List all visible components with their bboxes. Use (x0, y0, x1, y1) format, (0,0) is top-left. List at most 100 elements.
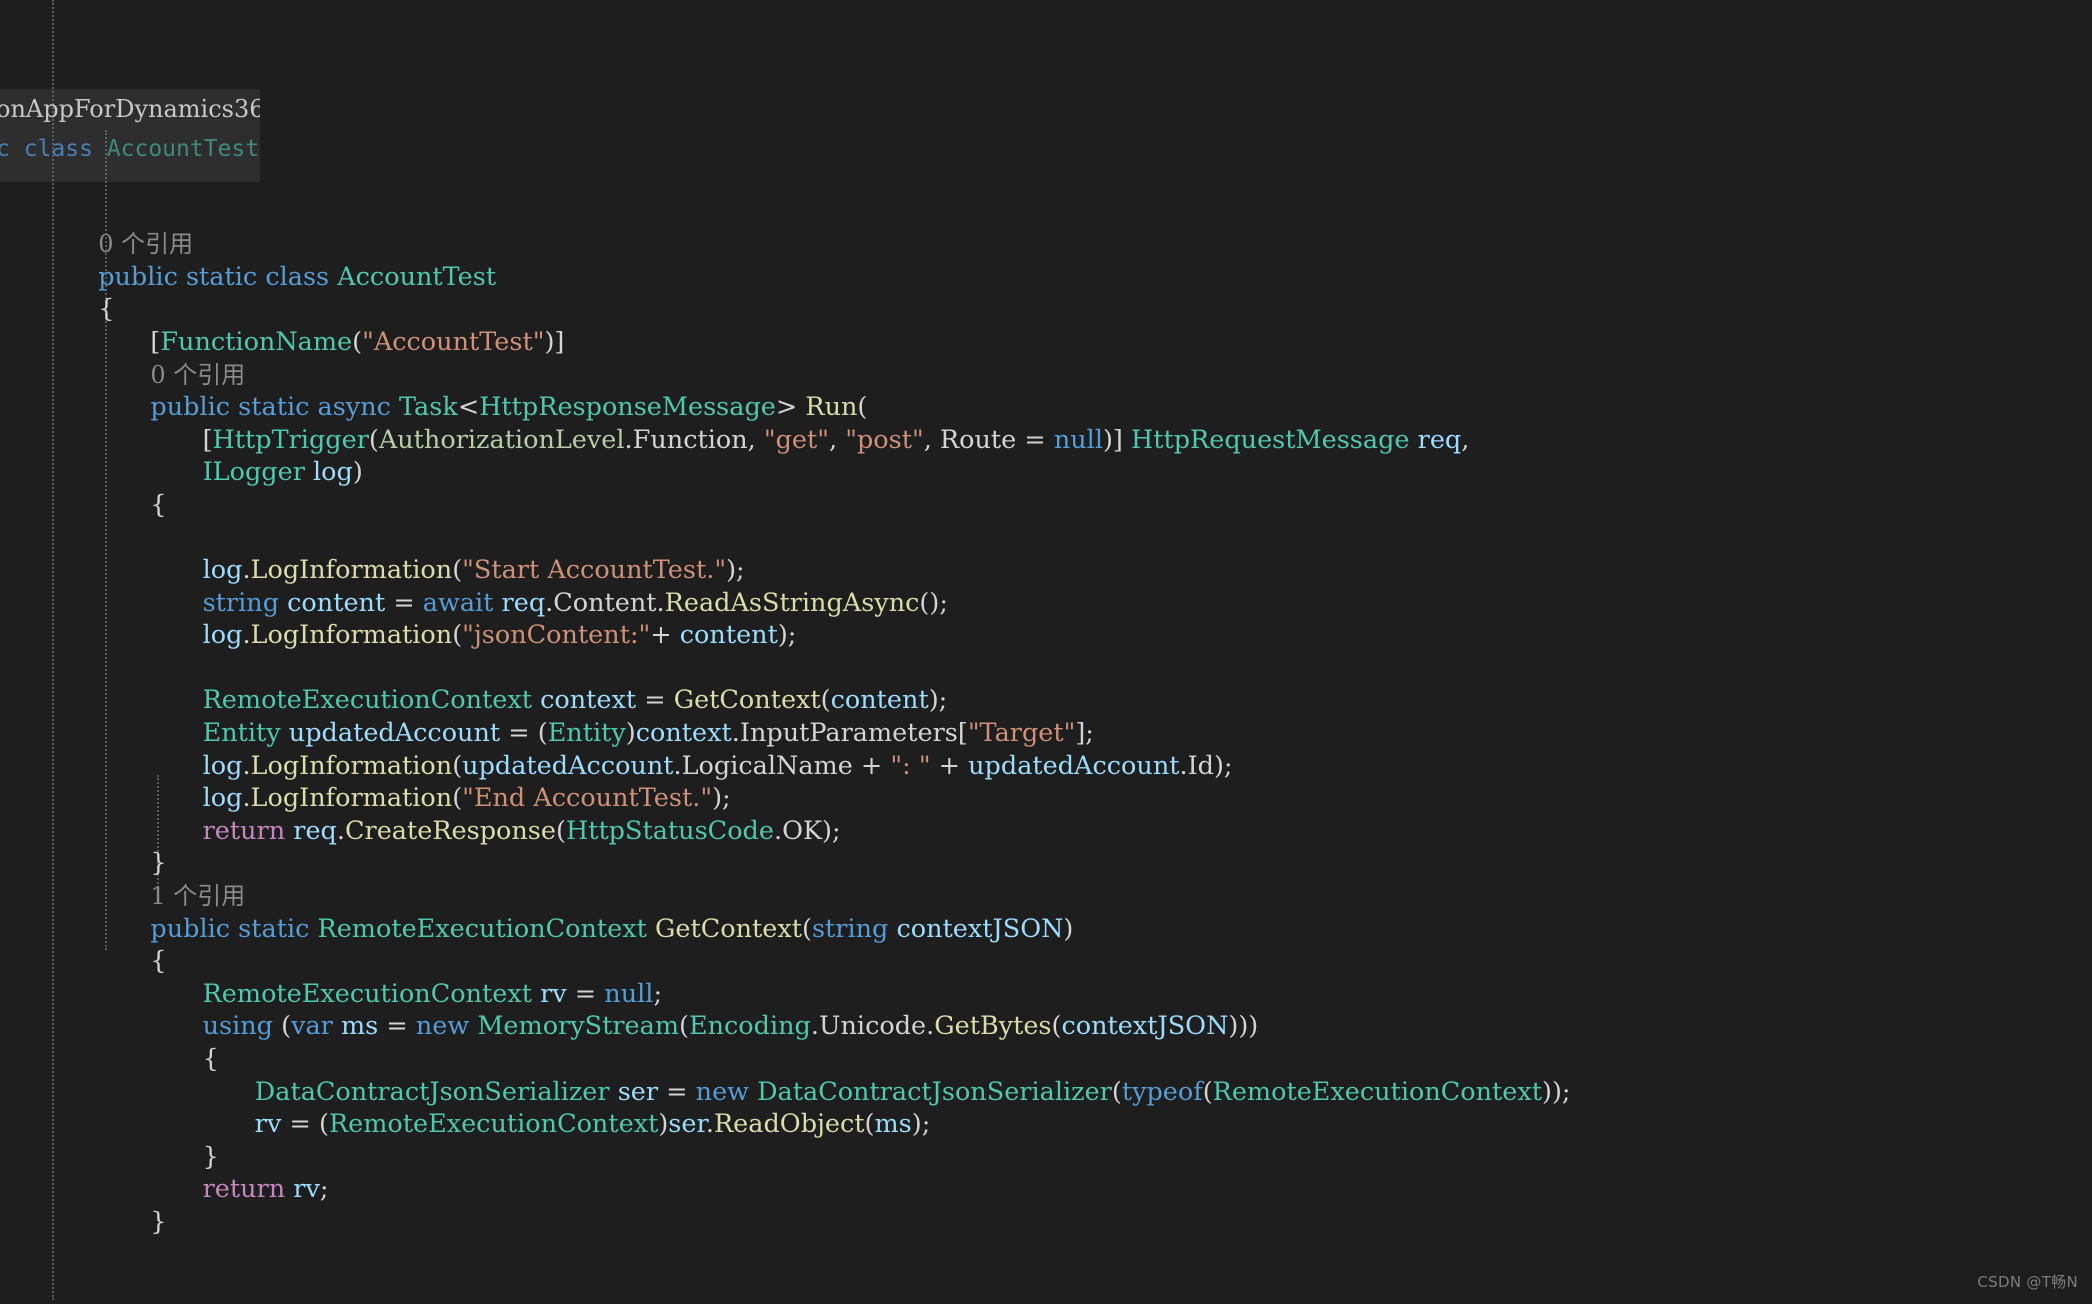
code-token: ; (319, 1174, 329, 1205)
code-line: string content = await req.Content.ReadA… (0, 587, 2092, 620)
code-token: rv (254, 1109, 282, 1140)
code-token: ms (341, 1011, 379, 1042)
code-token: ; (653, 978, 663, 1009)
code-line: Entity updatedAccount = (Entity)context.… (0, 717, 2092, 750)
codelens-annotation[interactable]: 0 个引用 (0, 228, 2092, 261)
code-token: content (287, 587, 386, 618)
code-token: return (202, 815, 286, 846)
code-token: FunctionName (160, 326, 353, 357)
code-token: ) (658, 1109, 669, 1140)
code-token: class (265, 261, 330, 292)
code-token: = (385, 587, 423, 618)
code-token: ); (911, 1109, 931, 1140)
codelens-reference-count[interactable]: 0 个引用 (98, 230, 193, 258)
code-token: ( (864, 1109, 875, 1140)
code-token: LogInformation (250, 783, 453, 814)
code-token: . (242, 620, 251, 651)
code-token: .Content. (545, 587, 665, 618)
code-token: ); (726, 555, 745, 586)
code-token: content (679, 620, 778, 651)
code-token: static (185, 261, 258, 292)
code-token: } (202, 1141, 219, 1172)
code-token: log (313, 457, 353, 488)
code-token: = (566, 978, 605, 1009)
code-token: DataContractJsonSerializer (254, 1076, 610, 1107)
code-token: "AccountTest" (362, 326, 545, 357)
code-token: static (238, 913, 310, 944)
code-token: new (415, 1011, 470, 1042)
code-editor[interactable]: 0 个引用 public static class AccountTest{[Fu… (0, 0, 2092, 1300)
code-token: Encoding (688, 1011, 811, 1042)
code-token: )] (1102, 424, 1131, 455)
code-token: ); (777, 620, 797, 651)
code-token: HttpResponseMessage (479, 392, 776, 423)
code-token: Run (805, 392, 858, 423)
code-token: RemoteExecutionContext (202, 685, 532, 716)
code-line: RemoteExecutionContext context = GetCont… (0, 684, 2092, 717)
code-token: ( (857, 392, 868, 423)
code-token: ( (679, 1011, 689, 1042)
code-token: "Target" (967, 718, 1076, 749)
code-token: ) (1063, 913, 1074, 944)
code-token: .OK); (773, 815, 841, 846)
code-token: . (336, 815, 345, 846)
code-token: Task (399, 392, 458, 423)
code-token: rv (293, 1174, 320, 1205)
code-line: { (0, 945, 2092, 978)
codelens-annotation[interactable]: 0 个引用 (0, 359, 2092, 392)
code-line: public static async Task<HttpResponseMes… (0, 391, 2092, 424)
code-token: "End AccountTest." (462, 783, 713, 814)
code-token: static (238, 392, 310, 423)
code-token: GetBytes (934, 1011, 1052, 1042)
code-token: ILogger (202, 457, 305, 488)
code-token: null (1053, 424, 1103, 455)
code-token: async (317, 392, 391, 423)
code-line: log.LogInformation("Start AccountTest.")… (0, 554, 2092, 587)
code-token: . (242, 750, 251, 781)
code-token: ser (668, 1109, 706, 1140)
code-token: RemoteExecutionContext (1212, 1076, 1543, 1107)
code-token: string (811, 913, 889, 944)
code-line: { (0, 293, 2092, 326)
code-token: rv (540, 978, 567, 1009)
code-token: { (202, 1044, 219, 1074)
code-token: log (202, 783, 243, 814)
code-token: . (705, 1109, 714, 1140)
code-token: , (1461, 424, 1470, 455)
code-line: log.LogInformation("jsonContent:"+ conte… (0, 619, 2092, 652)
code-token: MemoryStream (477, 1011, 680, 1042)
code-line: } (0, 847, 2092, 880)
code-token: ( (273, 1011, 292, 1042)
codelens-reference-count[interactable]: 0 个引用 (150, 361, 245, 389)
code-content[interactable]: 0 个引用 public static class AccountTest{[Fu… (0, 228, 2092, 1238)
code-token: = (636, 685, 674, 716)
code-line: } (0, 1141, 2092, 1174)
code-token: LogInformation (250, 555, 453, 586)
code-token: )); (1542, 1076, 1571, 1107)
code-token: .InputParameters[ (731, 718, 968, 749)
code-token: RemoteExecutionContext (317, 913, 647, 944)
watermark: CSDN @T畅N (1977, 1273, 2078, 1291)
code-token: context (635, 718, 732, 749)
code-token: null (604, 978, 654, 1009)
code-token: ))) (1228, 1011, 1259, 1042)
code-token: ]; (1075, 718, 1094, 749)
code-token: log (202, 620, 243, 651)
code-line: public static class AccountTest (0, 261, 2092, 294)
code-token: { (98, 294, 115, 325)
code-token: CreateResponse (345, 815, 556, 846)
codelens-reference-count[interactable]: 1 个引用 (150, 882, 245, 910)
code-line: DataContractJsonSerializer ser = new Dat… (0, 1076, 2092, 1109)
code-token: AccountTest (337, 261, 497, 292)
code-token: "Start AccountTest." (462, 555, 727, 586)
codelens-annotation[interactable]: 1 个引用 (0, 880, 2092, 913)
